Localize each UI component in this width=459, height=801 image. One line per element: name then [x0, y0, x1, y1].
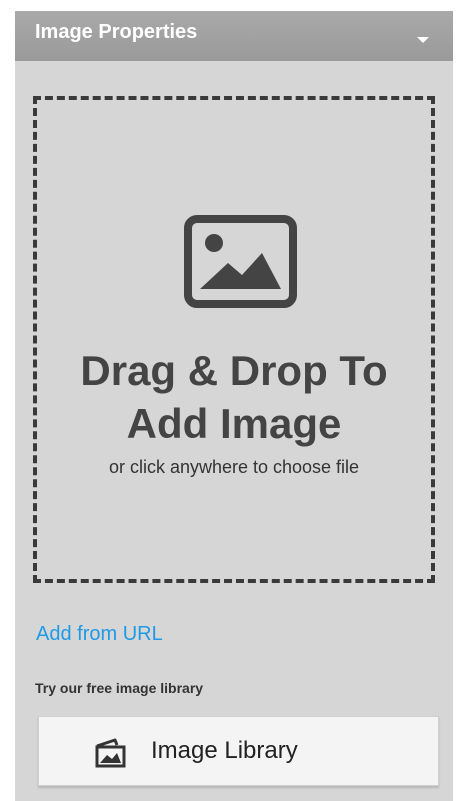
image-library-prompt: Try our free image library: [35, 680, 204, 696]
image-icon: [184, 215, 297, 308]
image-library-button[interactable]: Image Library: [38, 716, 439, 786]
panel-header[interactable]: Image Properties: [15, 11, 453, 61]
image-dropzone[interactable]: Drag & Drop To Add Image or click anywhe…: [33, 96, 435, 583]
dropzone-title-line1: Drag & Drop To: [80, 347, 388, 394]
add-from-url-link[interactable]: Add from URL: [36, 623, 163, 646]
image-properties-panel: Image Properties Drag & Drop To Add Imag…: [15, 11, 453, 801]
dropzone-subtitle: or click anywhere to choose file: [108, 457, 360, 477]
chevron-down-icon[interactable]: [417, 37, 429, 43]
dropzone-title-line2: Add Image: [126, 400, 342, 447]
image-library-icon: [95, 738, 126, 768]
panel-title: Image Properties: [35, 21, 198, 43]
image-library-button-label: Image Library: [151, 737, 298, 764]
